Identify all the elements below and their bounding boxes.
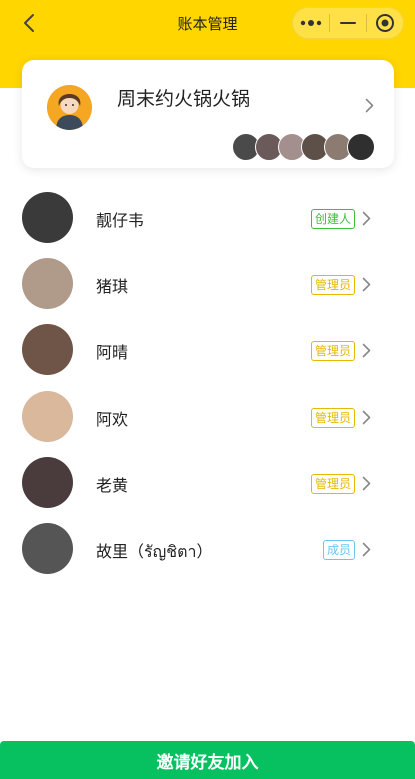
role-badge: 成员 [322,539,355,560]
group-name: 周末约火锅火锅 [117,88,251,110]
member-name: 故里（รัญชิตา） [96,541,213,561]
group-avatar [47,85,92,130]
group-member-avatars [232,133,375,161]
member-avatar [22,456,73,508]
member-row[interactable]: 靓仔韦 创建人 [0,185,415,251]
member-row[interactable]: 阿晴 管理员 [0,317,415,383]
member-name: 靓仔韦 [96,211,145,230]
member-row[interactable]: 阿欢 管理员 [0,384,415,450]
member-name: 阿欢 [96,409,129,429]
role-badge: 创建人 [310,209,355,229]
member-mini-avatar [347,133,375,161]
chevron-right-icon [362,542,371,557]
more-dots-icon [300,20,322,26]
capsule-menu [292,7,404,39]
group-card[interactable]: 周末约火锅火锅 [22,60,394,168]
member-list: 靓仔韦 创建人 猪琪 管理员 阿晴 管理员 阿欢 管理员 老黄 管理员 故里（รัญชิตา） 成员 [0,185,415,582]
member-name: 阿晴 [96,343,129,363]
member-row[interactable]: 故里（รัญชิตา） 成员 [0,516,415,582]
role-badge: 管理员 [310,275,355,296]
invite-friends-button[interactable]: 邀请好友加入 [0,741,415,779]
member-avatar [22,258,73,310]
member-name: 老黄 [96,475,129,495]
close-miniprogram-button[interactable] [367,8,403,38]
chevron-right-icon [362,344,371,358]
member-avatar [22,522,73,574]
more-button[interactable] [293,8,329,38]
cartoon-person-avatar-icon [47,85,92,130]
chevron-right-icon [362,211,371,226]
member-avatar [22,192,73,243]
chevron-right-icon [362,476,371,491]
role-badge: 管理员 [310,473,355,494]
minimize-button[interactable] [330,8,366,38]
role-badge: 管理员 [310,341,355,362]
member-row[interactable]: 老黄 管理员 [0,450,415,516]
chevron-right-icon [362,277,371,292]
target-icon [376,14,394,32]
role-badge: 管理员 [310,407,355,428]
minimize-icon [340,22,356,24]
chevron-right-icon [365,98,374,113]
member-avatar [22,324,73,376]
member-avatar [22,390,73,442]
member-row[interactable]: 猪琪 管理员 [0,251,415,317]
chevron-right-icon [362,410,371,424]
member-name: 猪琪 [96,277,129,297]
